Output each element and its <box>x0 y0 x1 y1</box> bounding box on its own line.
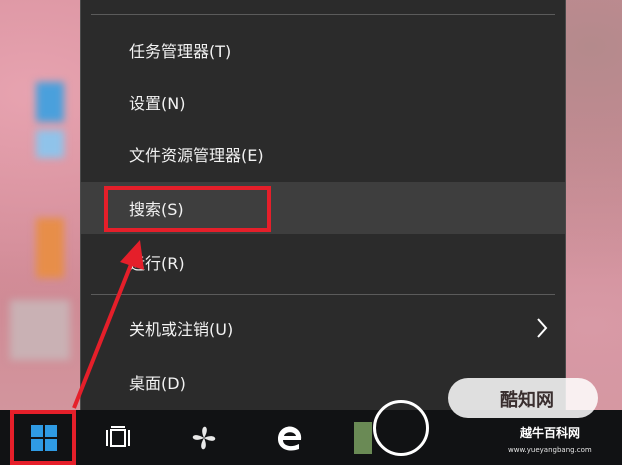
watermark-brand2: 越牛百科网 <box>520 426 581 440</box>
menu-item-run[interactable]: 运行(R) <box>81 236 565 288</box>
pinwheel-app-icon <box>192 426 216 449</box>
menu-separator <box>91 14 555 15</box>
menu-item-task-manager[interactable]: 任务管理器(T) <box>81 24 565 76</box>
menu-item-label: 文件资源管理器(E) <box>129 146 264 165</box>
desktop-icon-blur <box>36 82 64 122</box>
menu-item-settings[interactable]: 设置(N) <box>81 76 565 128</box>
annotation-highlight-box <box>104 186 271 232</box>
watermark-url: www.yueyangbang.com <box>508 446 592 454</box>
pinned-app-button[interactable] <box>182 410 226 465</box>
desktop-icon-blur <box>36 130 64 158</box>
watermark-logo <box>373 400 429 456</box>
menu-item-label: 任务管理器(T) <box>129 42 232 61</box>
edge-icon <box>278 426 302 451</box>
pinned-app-button[interactable] <box>354 422 372 454</box>
menu-item-label: 关机或注销(U) <box>129 320 234 339</box>
menu-item-label: 桌面(D) <box>129 374 186 393</box>
edge-button[interactable] <box>268 410 312 465</box>
menu-item-file-explorer[interactable]: 文件资源管理器(E) <box>81 128 565 180</box>
task-view-button[interactable] <box>98 410 142 465</box>
annotation-start-box <box>10 410 76 465</box>
desktop-icon-blur <box>36 218 64 278</box>
menu-separator <box>91 294 555 295</box>
watermark-brand: 酷知网 <box>500 390 554 411</box>
menu-item-label: 设置(N) <box>129 94 186 113</box>
chevron-right-icon <box>537 318 548 338</box>
task-view-icon <box>106 425 130 447</box>
menu-item-shutdown[interactable]: 关机或注销(U) <box>81 302 565 354</box>
menu-item-label: 运行(R) <box>129 254 185 273</box>
desktop-icon-blur <box>10 300 70 360</box>
